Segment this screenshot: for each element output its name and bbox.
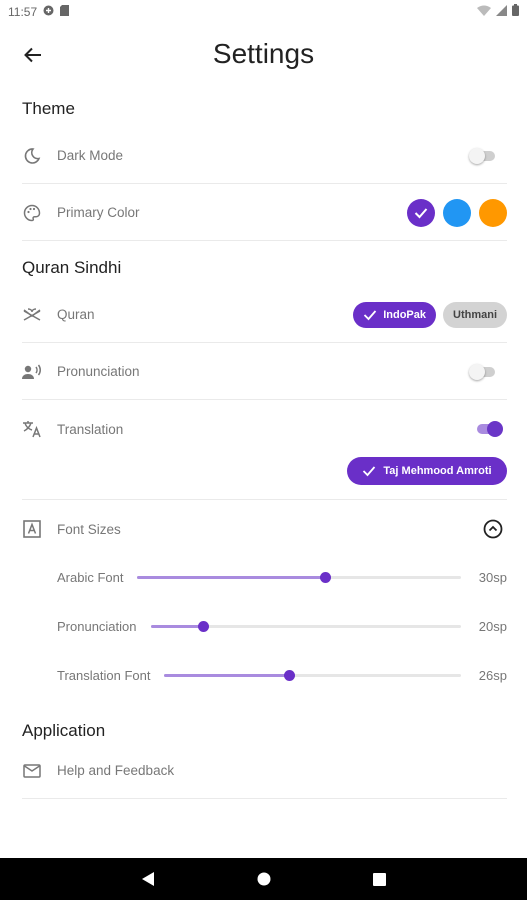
quran-script-label: Quran <box>57 307 95 322</box>
nav-back-button[interactable] <box>138 869 158 889</box>
arabic-font-label: Arabic Font <box>57 569 124 585</box>
pronunciation-font-label: Pronunciation <box>57 618 137 634</box>
translation-font-slider-row: Translation Font 26sp <box>57 662 507 688</box>
arabic-font-slider[interactable] <box>137 570 461 584</box>
primary-color-row: Primary Color <box>22 185 507 241</box>
pronunciation-row[interactable]: Pronunciation <box>22 344 507 400</box>
pronunciation-font-value: 20sp <box>478 618 507 634</box>
nav-recents-button[interactable] <box>370 869 390 889</box>
section-title-quran: Quran Sindhi <box>22 258 122 277</box>
sync-icon <box>43 5 54 19</box>
translation-label: Translation <box>57 421 124 437</box>
font-size-icon <box>22 519 42 539</box>
section-title-application: Application <box>22 721 106 740</box>
script-chips: IndoPak Uthmani <box>353 301 507 328</box>
font-sizes-label: Font Sizes <box>57 521 121 537</box>
color-swatch-blue[interactable] <box>443 198 471 227</box>
palette-icon <box>22 203 42 223</box>
font-sizes-row[interactable]: Font Sizes <box>22 501 507 557</box>
slider-thumb[interactable] <box>284 670 295 681</box>
arabic-font-slider-row: Arabic Font 30sp <box>57 564 507 590</box>
app-bar: Settings <box>0 30 527 82</box>
status-bar: 11:57 <box>0 0 527 24</box>
check-icon <box>414 207 428 218</box>
status-right <box>477 3 519 21</box>
color-swatch-purple[interactable] <box>407 198 435 227</box>
translation-font-value: 26sp <box>478 667 507 683</box>
sd-card-icon <box>60 5 70 19</box>
pronunciation-label: Pronunciation <box>57 364 140 379</box>
translation-row[interactable]: Translation <box>22 401 507 457</box>
slider-thumb[interactable] <box>320 572 332 583</box>
chip-uthmani-label: Uthmani <box>453 308 497 321</box>
color-swatch-orange[interactable] <box>479 198 507 227</box>
chip-indopak[interactable]: IndoPak <box>353 301 436 328</box>
pronunciation-font-slider-row: Pronunciation 20sp <box>57 613 507 639</box>
translation-font-slider[interactable] <box>164 668 461 682</box>
pronunciation-font-slider[interactable] <box>150 619 461 633</box>
book-stand-icon <box>22 305 42 325</box>
divider <box>22 499 507 500</box>
circle-home-icon <box>257 872 270 886</box>
triangle-back-icon <box>141 872 154 886</box>
mail-icon <box>22 761 42 781</box>
square-recents-icon <box>373 872 386 886</box>
status-time: 11:57 <box>8 5 38 19</box>
moon-icon <box>22 146 42 166</box>
collapse-button[interactable] <box>482 518 504 540</box>
color-swatches <box>407 198 507 227</box>
check-icon <box>363 466 376 477</box>
translate-icon <box>22 419 42 439</box>
pronunciation-toggle[interactable] <box>469 363 497 380</box>
system-nav-bar <box>0 858 527 900</box>
section-title-theme: Theme <box>22 99 75 118</box>
chip-indopak-label: IndoPak <box>383 308 426 321</box>
primary-color-label: Primary Color <box>57 205 140 220</box>
status-left: 11:57 <box>8 5 70 19</box>
dark-mode-row[interactable]: Dark Mode <box>22 128 507 184</box>
record-voice-icon <box>22 362 42 382</box>
page-title: Settings <box>212 38 315 69</box>
signal-icon <box>496 3 507 21</box>
help-feedback-row[interactable]: Help and Feedback <box>22 743 507 799</box>
check-icon <box>364 309 377 320</box>
arabic-font-value: 30sp <box>478 569 507 585</box>
help-feedback-label: Help and Feedback <box>57 763 175 778</box>
translator-name: Taj Mehmood Amroti <box>383 465 492 477</box>
translation-font-label: Translation Font <box>57 667 151 683</box>
slider-thumb[interactable] <box>198 621 210 632</box>
translator-chip[interactable]: Taj Mehmood Amroti <box>347 457 507 485</box>
quran-script-row: Quran IndoPak Uthmani <box>22 287 507 343</box>
nav-home-button[interactable] <box>254 869 274 889</box>
dark-mode-label: Dark Mode <box>57 148 124 163</box>
battery-icon <box>512 3 519 21</box>
wifi-icon <box>477 3 491 21</box>
dark-mode-toggle[interactable] <box>469 147 497 164</box>
translation-toggle[interactable] <box>475 421 503 437</box>
chevron-up-circle-icon <box>483 519 503 539</box>
chip-uthmani[interactable]: Uthmani <box>443 301 507 328</box>
